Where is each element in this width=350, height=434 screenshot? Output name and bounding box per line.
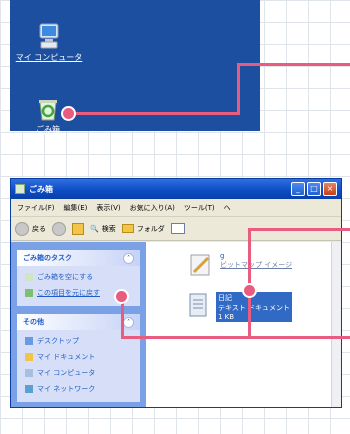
menu-view[interactable]: 表示(V) (96, 203, 120, 213)
callout-line (237, 63, 240, 115)
callout-line (121, 298, 124, 338)
menu-favorites[interactable]: お気に入り(A) (130, 203, 175, 213)
recycle-bin-icon (37, 98, 59, 122)
desktop-icon (25, 337, 33, 345)
file-item[interactable]: g ビットマップ イメージ (188, 252, 292, 280)
recycle-tasks-header[interactable]: ごみ箱のタスク ˄ (17, 250, 140, 266)
folders-button[interactable]: フォルダ (121, 224, 165, 234)
menu-help[interactable]: ヘ (224, 203, 231, 213)
folder-icon (121, 224, 134, 233)
my-documents-icon (25, 353, 33, 361)
callout-dot (242, 283, 257, 298)
callout-line (70, 112, 240, 115)
other-places-title: その他 (23, 318, 44, 326)
search-label: 検索 (101, 224, 116, 233)
recycle-tasks-title: ごみ箱のタスク (23, 254, 72, 262)
my-network-link[interactable]: マイ ネットワーク (17, 381, 140, 397)
file-type: ビットマップ イメージ (220, 261, 293, 269)
views-button[interactable] (170, 223, 185, 234)
computer-icon (37, 22, 61, 50)
file-size: 1 KB (218, 313, 235, 321)
menu-tools[interactable]: ツール(T) (184, 203, 215, 213)
window-title: ごみ箱 (29, 184, 53, 194)
callout-dot (61, 106, 76, 121)
folders-label: フォルダ (136, 224, 165, 233)
bitmap-file-icon (188, 252, 214, 280)
callout-line (248, 228, 350, 231)
callout-line (237, 63, 350, 66)
my-documents-link[interactable]: マイ ドキュメント (17, 349, 140, 365)
back-arrow-icon (15, 221, 29, 236)
my-computer-desktop-icon[interactable]: マイ コンピュータ (10, 22, 88, 63)
maximize-button[interactable]: □ (307, 182, 321, 196)
text-document-icon (188, 292, 210, 320)
back-button[interactable]: 戻る (15, 221, 46, 236)
menu-file[interactable]: ファイル(F) (17, 203, 55, 213)
file-name: 日記 (218, 294, 232, 302)
close-button[interactable]: × (323, 182, 337, 196)
collapse-icon[interactable]: ˄ (123, 316, 134, 328)
menu-bar: ファイル(F) 編集(E) 表示(V) お気に入り(A) ツール(T) ヘ (11, 199, 341, 217)
network-icon (25, 385, 33, 393)
collapse-icon[interactable]: ˄ (123, 252, 134, 264)
up-folder-icon[interactable] (72, 222, 84, 235)
window-icon (15, 184, 25, 194)
search-icon: 🔍 (90, 224, 99, 233)
file-name: g (220, 252, 225, 260)
empty-bin-icon (25, 273, 33, 281)
my-computer-link[interactable]: マイ コンピュータ (17, 365, 140, 381)
restore-icon (25, 289, 33, 297)
title-bar[interactable]: ごみ箱 _ □ × (11, 179, 341, 199)
computer-icon (25, 369, 33, 377)
empty-recycle-bin-link[interactable]: ごみ箱を空にする (17, 269, 140, 285)
file-list: g ビットマップ イメージ 日記 テキスト ドキュメント 1 KB (146, 242, 341, 407)
forward-button[interactable] (52, 221, 66, 236)
menu-edit[interactable]: 編集(E) (64, 203, 88, 213)
vertical-scrollbar[interactable] (331, 242, 341, 407)
recycle-bin-label: ごみ箱 (36, 125, 60, 134)
my-computer-label: マイ コンピュータ (15, 53, 83, 62)
file-item-selected[interactable]: 日記 テキスト ドキュメント 1 KB (188, 292, 293, 322)
search-button[interactable]: 🔍 検索 (90, 224, 116, 234)
minimize-button[interactable]: _ (291, 182, 305, 196)
task-pane: ごみ箱のタスク ˄ ごみ箱を空にする この項目を元に戻す その他 ˄ デスクトッ… (11, 242, 146, 407)
file-type: テキスト ドキュメント (218, 304, 291, 312)
callout-dot (114, 289, 129, 304)
callout-line (121, 336, 350, 339)
recycle-bin-window: ごみ箱 _ □ × ファイル(F) 編集(E) 表示(V) お気に入り(A) ツ… (10, 178, 342, 408)
back-label: 戻る (32, 224, 46, 233)
